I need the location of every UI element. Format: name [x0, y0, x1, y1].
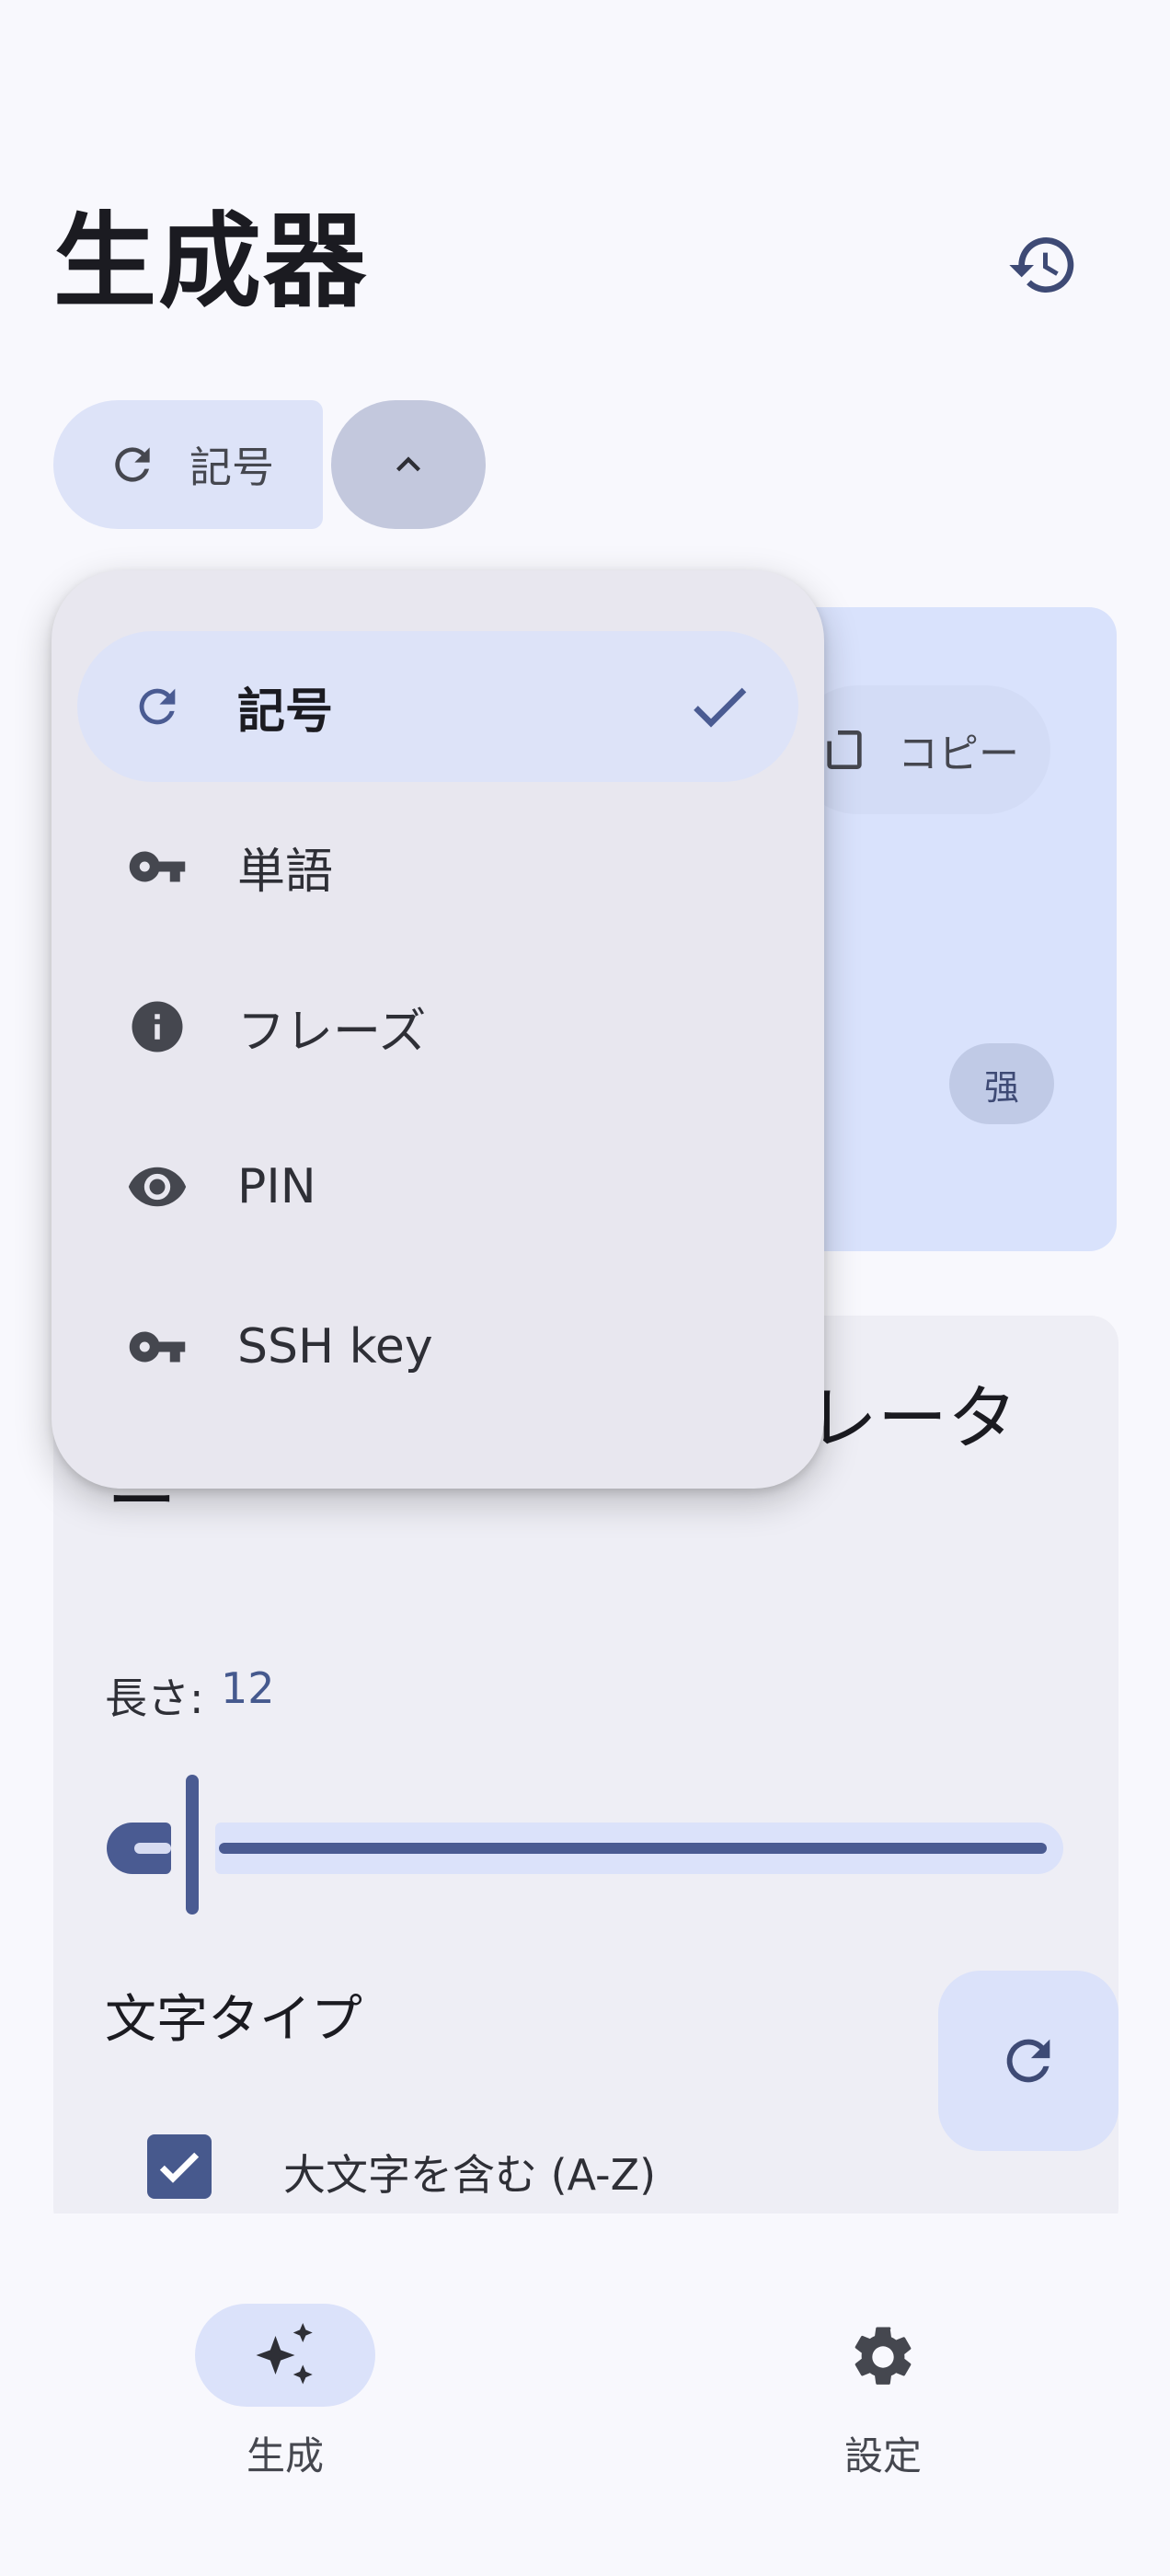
- gear-icon: [855, 2327, 912, 2385]
- nav-item-generate[interactable]: [195, 2304, 375, 2407]
- length-label: 長さ:: [105, 1673, 204, 1723]
- generator-type-menu: 記号 単語 フレーズ PIN SSH key: [52, 570, 824, 1489]
- copy-label: コピー: [898, 730, 1019, 777]
- checkmark-icon: [694, 687, 747, 728]
- menu-item-label: SSH key: [237, 1319, 433, 1374]
- nav-label-settings[interactable]: 設定: [791, 2425, 975, 2481]
- strength-badge: 强: [949, 1043, 1054, 1124]
- chevron-up-icon: [396, 456, 420, 472]
- page-title: 生成器: [53, 202, 368, 322]
- character-types-heading: 文字タイプ: [105, 1990, 362, 2050]
- menu-item-label: PIN: [237, 1159, 316, 1214]
- check-icon: [159, 2152, 200, 2183]
- menu-item-label: 記号: [237, 684, 334, 740]
- regenerate-fab[interactable]: [938, 1971, 1118, 2151]
- menu-item-label: 単語: [237, 844, 334, 900]
- history-icon: [1009, 237, 1074, 293]
- nav-label-generate[interactable]: 生成: [193, 2425, 377, 2481]
- bottom-navigation: [0, 2214, 1170, 2576]
- sparkles-icon: [256, 2323, 313, 2385]
- menu-toggle-button[interactable]: [331, 400, 486, 529]
- generator-type-label: 記号: [189, 443, 274, 492]
- menu-item-ssh-key[interactable]: SSH key: [77, 1271, 798, 1422]
- menu-item-symbols[interactable]: 記号: [77, 631, 798, 782]
- menu-item-words[interactable]: 単語: [77, 791, 798, 942]
- uppercase-label: 大文字を含む (A-Z): [283, 2150, 657, 2200]
- copy-button[interactable]: コピー: [793, 685, 1050, 814]
- refresh-icon: [125, 674, 189, 739]
- menu-item-label: フレーズ: [237, 1004, 427, 1060]
- uppercase-checkbox[interactable]: [147, 2134, 212, 2199]
- history-button[interactable]: [1004, 226, 1082, 304]
- refresh-icon: [115, 447, 150, 482]
- slider-tick-marks: [219, 1843, 1047, 1854]
- key-icon: [125, 1315, 189, 1379]
- slider-active-track-stop: [134, 1843, 171, 1854]
- length-slider[interactable]: [107, 1771, 1063, 1918]
- menu-item-pin[interactable]: PIN: [77, 1111, 798, 1262]
- refresh-icon: [1006, 2039, 1050, 2083]
- nav-item-settings[interactable]: [841, 2315, 925, 2399]
- slider-thumb[interactable]: [186, 1775, 199, 1915]
- length-value: 12: [221, 1663, 275, 1713]
- key-icon: [125, 834, 189, 899]
- settings-card-title: レータ: [808, 1377, 1017, 1459]
- generator-type-button[interactable]: 記号: [53, 400, 323, 529]
- info-icon: [125, 995, 189, 1059]
- eye-icon: [125, 1155, 189, 1219]
- menu-item-phrase[interactable]: フレーズ: [77, 951, 798, 1102]
- copy-icon: [827, 730, 862, 769]
